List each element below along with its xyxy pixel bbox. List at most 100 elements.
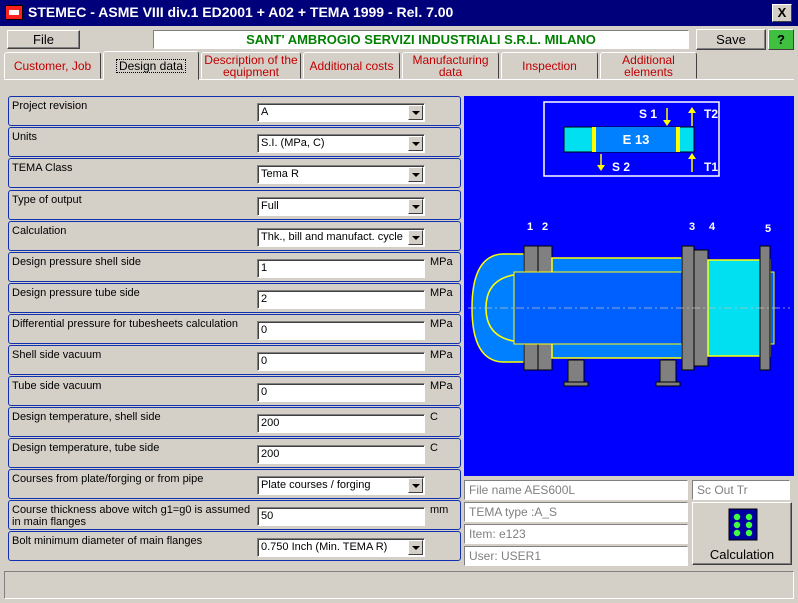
help-button[interactable]: ?	[768, 29, 794, 50]
field-row-project-revision: Project revision A	[8, 96, 461, 126]
field-label: Differential pressure for tubesheets cal…	[12, 318, 239, 330]
field-row-type-of-output: Type of output Full	[8, 190, 461, 220]
traffic-light-icon	[728, 508, 758, 541]
design-pressure-tube-input[interactable]: 2	[257, 290, 425, 309]
status-bar	[4, 571, 794, 599]
exchanger-drawing: E 13 S 1 T2 S 2 T1 1 2 3 4 5	[464, 96, 794, 476]
tab-customer-job[interactable]: Customer, Job	[4, 52, 101, 79]
file-name-field: File name AES600L	[464, 480, 688, 500]
tab-bar: Customer, Job Design data Description of…	[4, 51, 698, 80]
nozzle-t1-label: T1	[704, 160, 718, 174]
field-row-differential-pressure: Differential pressure for tubesheets cal…	[8, 314, 461, 344]
section-label-1: 1	[527, 221, 533, 233]
chevron-down-icon[interactable]	[408, 478, 423, 493]
section-label-2: 2	[542, 221, 548, 233]
field-label: Shell side vacuum	[12, 349, 102, 361]
field-row-design-temperature-tube: Design temperature, tube side 200 C	[8, 438, 461, 468]
field-label: Courses from plate/forging or from pipe	[12, 473, 204, 485]
equipment-tag: E 13	[623, 132, 650, 147]
chevron-down-icon[interactable]	[408, 540, 423, 555]
file-menu-button[interactable]: File	[7, 30, 80, 49]
tab-design-data[interactable]: Design data	[103, 51, 199, 80]
tab-additional-elements[interactable]: Additional elements	[600, 52, 697, 79]
tema-type-field: TEMA type :A_S	[464, 502, 688, 522]
design-temperature-shell-input[interactable]: 200	[257, 414, 425, 433]
shell-side-vacuum-input[interactable]: 0	[257, 352, 425, 371]
company-name: SANT' AMBROGIO SERVIZI INDUSTRIALI S.R.L…	[153, 30, 689, 49]
saddle-base-right	[655, 381, 681, 387]
field-label: TEMA Class	[12, 162, 73, 174]
tab-additional-costs[interactable]: Additional costs	[303, 52, 400, 79]
saddle-right	[659, 359, 677, 383]
window-title: STEMEC - ASME VIII div.1 ED2001 + A02 + …	[28, 4, 454, 20]
field-row-bolt-diameter: Bolt minimum diameter of main flanges 0.…	[8, 531, 461, 561]
field-row-calculation: Calculation Thk., bill and manufact. cyc…	[8, 221, 461, 251]
field-label: Design temperature, tube side	[12, 442, 160, 454]
field-label: Bolt minimum diameter of main flanges	[12, 535, 203, 547]
field-label: Course thickness above witch g1=g0 is as…	[12, 504, 251, 528]
nozzle-s2-label: S 2	[612, 160, 630, 174]
item-field: Item: e123	[464, 524, 688, 544]
field-label: Design pressure tube side	[12, 287, 140, 299]
field-row-courses: Courses from plate/forging or from pipe …	[8, 469, 461, 499]
app-icon	[5, 5, 23, 20]
user-field: User: USER1	[464, 546, 688, 566]
section-label-4: 4	[709, 221, 716, 233]
field-row-tema-class: TEMA Class Tema R	[8, 158, 461, 188]
field-row-units: Units S.I. (MPa, C)	[8, 127, 461, 157]
tab-manufacturing-data[interactable]: Manufacturing data	[402, 52, 499, 79]
nozzle-t2-label: T2	[704, 107, 718, 121]
unit-label: C	[430, 442, 438, 454]
design-pressure-shell-input[interactable]: 1	[257, 259, 425, 278]
unit-label: MPa	[430, 318, 453, 330]
field-row-shell-side-vacuum: Shell side vacuum 0 MPa	[8, 345, 461, 375]
field-label: Design temperature, shell side	[12, 411, 161, 423]
courses-select[interactable]: Plate courses / forging	[257, 476, 425, 495]
tema-class-select[interactable]: Tema R	[257, 165, 425, 184]
field-row-course-thickness: Course thickness above witch g1=g0 is as…	[8, 500, 461, 530]
schematic-right-flange	[676, 127, 680, 152]
design-temperature-tube-input[interactable]: 200	[257, 445, 425, 464]
chevron-down-icon[interactable]	[408, 136, 423, 151]
field-row-design-pressure-tube: Design pressure tube side 2 MPa	[8, 283, 461, 313]
tab-inspection[interactable]: Inspection	[501, 52, 598, 79]
chevron-down-icon[interactable]	[408, 105, 423, 120]
field-label: Design pressure shell side	[12, 256, 142, 268]
chevron-down-icon[interactable]	[408, 167, 423, 182]
exchanger-diagram: E 13 S 1 T2 S 2 T1 1 2 3 4 5	[468, 101, 790, 387]
calculation-label: Calculation	[709, 547, 775, 562]
unit-label: MPa	[430, 287, 453, 299]
field-label: Project revision	[12, 100, 88, 112]
field-row-tube-side-vacuum: Tube side vacuum 0 MPa	[8, 376, 461, 406]
saddle-left	[567, 359, 585, 383]
field-label: Type of output	[12, 194, 82, 206]
saddle-base-left	[563, 381, 589, 387]
chevron-down-icon[interactable]	[408, 199, 423, 214]
field-label: Calculation	[12, 225, 67, 237]
units-select[interactable]: S.I. (MPa, C)	[257, 134, 425, 153]
bolt-diameter-select[interactable]: 0.750 Inch (Min. TEMA R)	[257, 538, 425, 557]
field-label: Tube side vacuum	[12, 380, 102, 392]
differential-pressure-input[interactable]: 0	[257, 321, 425, 340]
unit-label: MPa	[430, 256, 453, 268]
field-label: Units	[12, 131, 38, 143]
unit-label: MPa	[430, 349, 453, 361]
course-thickness-input[interactable]: 50	[257, 507, 425, 526]
field-row-design-temperature-shell: Design temperature, shell side 200 C	[8, 407, 461, 437]
type-of-output-select[interactable]: Full	[257, 197, 425, 216]
section-label-3: 3	[689, 221, 695, 233]
section-label-5: 5	[765, 223, 771, 235]
calculation-select[interactable]: Thk., bill and manufact. cycle	[257, 228, 425, 247]
calculation-button[interactable]: Calculation	[692, 502, 792, 565]
close-button[interactable]: X	[772, 4, 792, 22]
chevron-down-icon[interactable]	[408, 230, 423, 245]
schematic-left-flange	[592, 127, 596, 152]
unit-label: mm	[430, 504, 449, 516]
title-bar: STEMEC - ASME VIII div.1 ED2001 + A02 + …	[0, 0, 798, 26]
project-revision-select[interactable]: A	[257, 103, 425, 122]
save-button[interactable]: Save	[696, 29, 766, 50]
field-row-design-pressure-shell: Design pressure shell side 1 MPa	[8, 252, 461, 282]
tab-description-equipment[interactable]: Description of the equipment	[201, 52, 301, 79]
unit-label: MPa	[430, 380, 453, 392]
tube-side-vacuum-input[interactable]: 0	[257, 383, 425, 402]
